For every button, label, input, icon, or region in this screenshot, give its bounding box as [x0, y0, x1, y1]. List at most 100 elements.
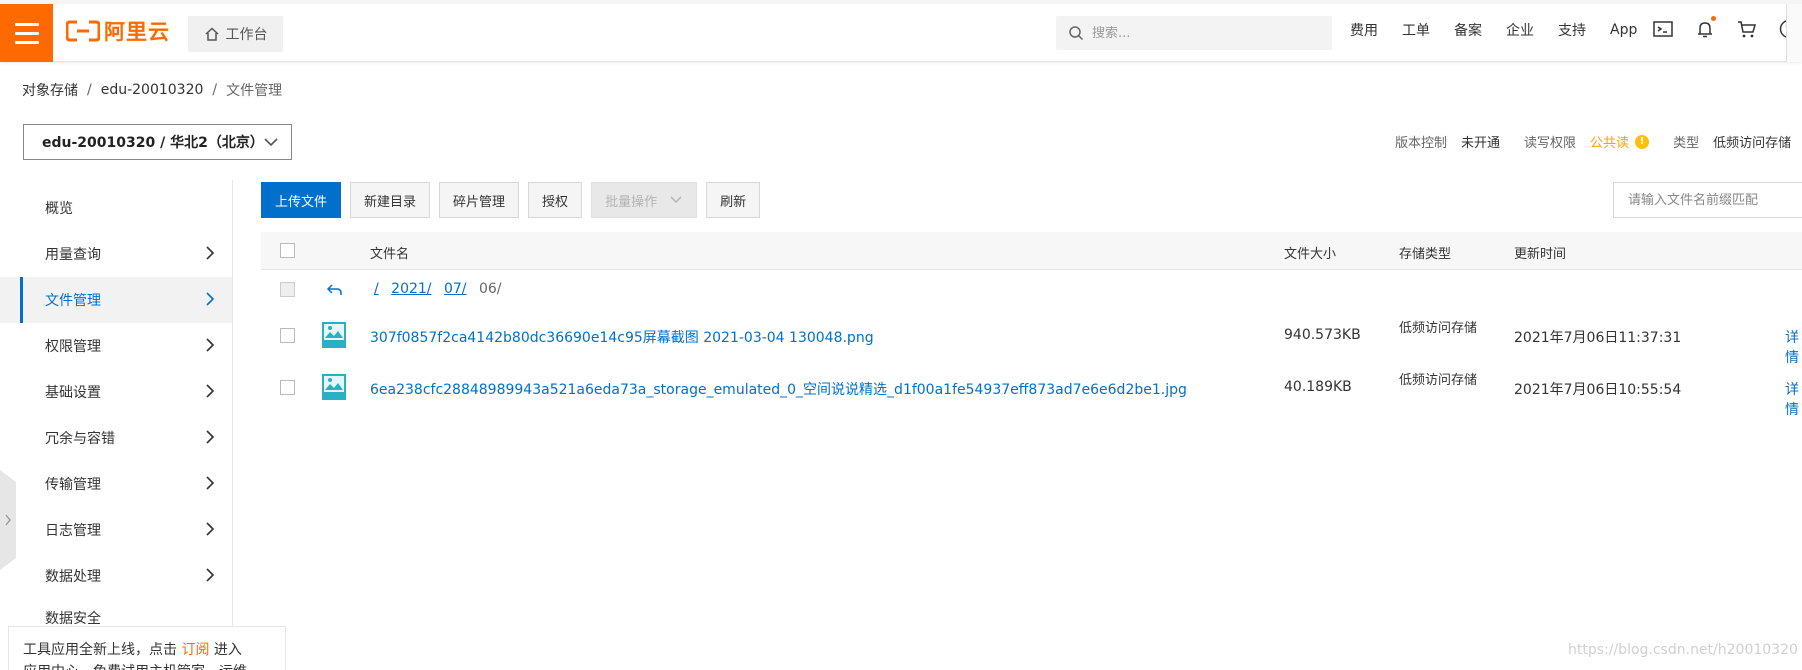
path-current: 06/: [478, 281, 502, 297]
cart-icon[interactable]: [1736, 18, 1758, 40]
sidebar-item-overview[interactable]: 概览: [0, 185, 232, 231]
promo-line-1: 工具应用全新上线，点击 订阅 进入: [23, 639, 285, 661]
workbench-button[interactable]: 工作台: [188, 16, 283, 52]
storage-type-value: 低频访问存储: [1713, 136, 1792, 151]
batch-operation-label: 批量操作: [605, 194, 658, 210]
file-size: 940.573KB: [1284, 327, 1361, 343]
refresh-button[interactable]: 刷新: [706, 182, 761, 218]
top-link-billing[interactable]: 费用: [1350, 20, 1378, 40]
new-directory-button[interactable]: 新建目录: [350, 182, 431, 218]
chevron-down-icon: [670, 196, 682, 204]
top-link-enterprise[interactable]: 企业: [1506, 20, 1534, 40]
chevron-right-icon: [206, 568, 215, 582]
chevron-right-icon: [206, 522, 215, 536]
bucket-selector[interactable]: edu-20010320 / 华北2（北京）: [23, 124, 292, 160]
sidebar-item-transfer[interactable]: 传输管理: [0, 461, 232, 507]
notification-bell-icon[interactable]: [1694, 16, 1716, 40]
file-storage-type: 低频访问存储: [1399, 321, 1478, 336]
fragment-management-button[interactable]: 碎片管理: [439, 182, 520, 218]
sidebar-item-label: 文件管理: [45, 293, 101, 309]
breadcrumb-separator: /: [212, 82, 218, 98]
header-filename: 文件名: [370, 247, 410, 262]
top-link-tickets[interactable]: 工单: [1402, 20, 1430, 40]
chevron-right-icon: [206, 384, 215, 398]
sidebar-item-usage[interactable]: 用量查询: [0, 231, 232, 277]
promo-text: 进入: [209, 642, 242, 658]
sidebar-item-files[interactable]: 文件管理: [0, 277, 232, 323]
header-updated: 更新时间: [1514, 247, 1567, 262]
sidebar-item-label: 权限管理: [45, 339, 101, 355]
promo-text: 工具应用全新上线，点击: [23, 642, 182, 658]
top-navbar: 阿里云 工作台 费用 工单 备案 企业 支持 App: [0, 0, 1802, 62]
top-icon-group: [1652, 16, 1800, 40]
menu-line-icon: [14, 40, 39, 44]
file-name-link[interactable]: 6ea238cfc28848989943a521a6eda73a_storage…: [370, 379, 1187, 399]
sidebar-collapse-tab[interactable]: [0, 470, 16, 570]
sidebar-item-data-processing[interactable]: 数据处理: [0, 553, 232, 599]
global-search[interactable]: [1056, 16, 1332, 50]
chevron-right-icon: [206, 246, 215, 260]
warning-icon[interactable]: !: [1635, 134, 1650, 149]
top-link-icp[interactable]: 备案: [1454, 20, 1482, 40]
sidebar-item-label: 冗余与容错: [45, 431, 115, 447]
file-detail-link[interactable]: 详情: [1785, 379, 1802, 419]
file-name-link[interactable]: 307f0857f2ca4142b80dc36690e14c95屏幕截图 202…: [370, 327, 874, 347]
sidebar-item-label: 日志管理: [45, 523, 101, 539]
select-all-checkbox[interactable]: [280, 243, 295, 258]
upload-file-button[interactable]: 上传文件: [261, 182, 342, 218]
acl-label: 读写权限: [1524, 136, 1577, 151]
storage-type-label: 类型: [1673, 136, 1700, 151]
row-checkbox[interactable]: [280, 380, 295, 395]
promo-subscribe-link[interactable]: 订阅: [181, 642, 209, 658]
back-arrow-icon[interactable]: [326, 282, 344, 298]
chevron-right-icon: [206, 430, 215, 444]
path-month-link[interactable]: 07/: [444, 281, 467, 297]
breadcrumb-oss[interactable]: 对象存储: [22, 80, 78, 100]
sidebar-item-label: 传输管理: [45, 477, 101, 493]
sidebar-item-label: 基础设置: [45, 385, 101, 401]
breadcrumb-bucket[interactable]: edu-20010320: [101, 82, 204, 98]
chevron-right-icon: [206, 338, 215, 352]
breadcrumb-current: 文件管理: [226, 83, 283, 99]
window-edge: [1786, 4, 1802, 62]
sidebar-item-redundancy[interactable]: 冗余与容错: [0, 415, 232, 461]
path-root-link[interactable]: /: [374, 281, 379, 297]
promo-line-2: 应用中心，免费试用主机管家、运维: [23, 661, 285, 670]
sidebar-item-permissions[interactable]: 权限管理: [0, 323, 232, 369]
path-year-link[interactable]: 2021/: [391, 281, 431, 297]
file-table-header: 文件名 文件大小 存储类型 更新时间: [261, 232, 1802, 270]
top-link-app[interactable]: App: [1610, 22, 1637, 38]
sidebar-item-label: 数据处理: [45, 569, 101, 585]
header-storage-type: 存储类型: [1399, 247, 1452, 262]
top-link-support[interactable]: 支持: [1558, 20, 1586, 40]
table-row[interactable]: 307f0857f2ca4142b80dc36690e14c95屏幕截图 202…: [261, 312, 1802, 366]
batch-operation-button: 批量操作: [591, 182, 698, 218]
prefix-filter-input[interactable]: [1613, 182, 1802, 218]
notification-dot: [1711, 16, 1716, 21]
table-row[interactable]: 6ea238cfc28848989943a521a6eda73a_storage…: [261, 364, 1802, 418]
sidebar: 概览 用量查询 文件管理 权限管理 基础设置 冗余与容错 传输管理 日志管理 数…: [0, 180, 233, 640]
sidebar-item-basic-settings[interactable]: 基础设置: [0, 369, 232, 415]
file-storage-type: 低频访问存储: [1399, 373, 1478, 388]
search-input[interactable]: [1092, 25, 1312, 41]
bucket-meta: 版本控制 未开通 读写权限 公共读 ! 类型 低频访问存储: [1395, 132, 1802, 151]
breadcrumb-separator: /: [87, 82, 92, 98]
file-toolbar: 上传文件 新建目录 碎片管理 授权 批量操作 刷新: [261, 182, 761, 218]
terminal-icon[interactable]: [1652, 18, 1674, 40]
aliyun-logo[interactable]: 阿里云: [66, 16, 170, 46]
chevron-right-icon: [206, 476, 215, 490]
authorize-button[interactable]: 授权: [528, 182, 583, 218]
row-checkbox[interactable]: [280, 328, 295, 343]
file-updated-time: 2021年7月06日10:55:54: [1514, 382, 1682, 398]
menu-line-icon: [14, 22, 39, 26]
home-icon: [204, 27, 219, 41]
file-detail-link[interactable]: 详情: [1785, 327, 1802, 367]
version-control-label: 版本控制: [1395, 136, 1448, 151]
file-size: 40.189KB: [1284, 379, 1352, 395]
sidebar-item-logs[interactable]: 日志管理: [0, 507, 232, 553]
aliyun-logo-icon: [66, 20, 100, 42]
image-file-icon: [322, 374, 346, 400]
hamburger-menu-button[interactable]: [0, 4, 53, 62]
top-border: [0, 0, 1802, 4]
logo-text: 阿里云: [104, 20, 170, 44]
